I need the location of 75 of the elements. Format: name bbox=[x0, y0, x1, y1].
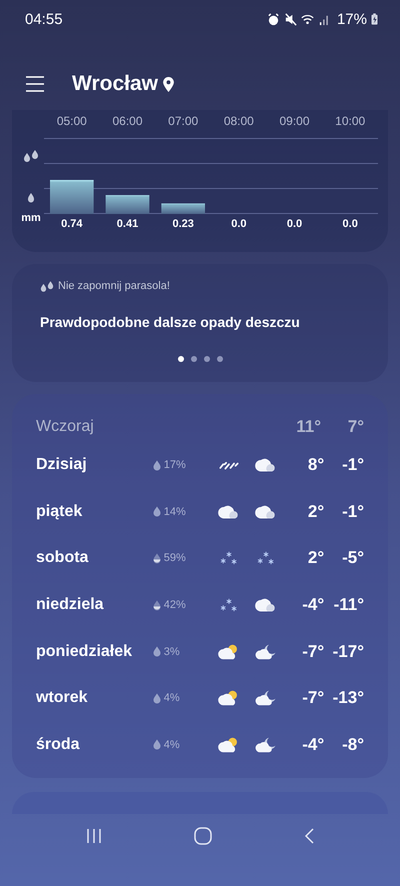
precipitation-chance: 42% bbox=[164, 599, 186, 612]
alert-message: Prawdopodobne dalsze opady deszczu bbox=[40, 314, 301, 330]
hour-label: 08:00 bbox=[222, 114, 255, 130]
hour-label: 07:00 bbox=[167, 114, 200, 130]
half-drop-icon bbox=[152, 600, 161, 611]
hour-label: 09:00 bbox=[278, 114, 311, 130]
location-pin-icon bbox=[162, 76, 174, 92]
day-label: Wczoraj bbox=[36, 418, 95, 436]
precipitation-chance: 3% bbox=[164, 646, 180, 658]
drop-icon bbox=[152, 692, 161, 704]
battery-charging-icon bbox=[371, 13, 378, 25]
precipitation-bar bbox=[50, 180, 94, 214]
hour-label: 06:00 bbox=[111, 114, 144, 130]
heavy-rain-drops-icon bbox=[23, 150, 39, 162]
high-temp: -4° bbox=[301, 734, 324, 755]
high-temp: 11° bbox=[295, 417, 321, 437]
drop-icon bbox=[152, 739, 161, 750]
drop-icon bbox=[152, 506, 161, 518]
day-label: Dzisiaj bbox=[36, 456, 88, 474]
day-label: wtorek bbox=[36, 689, 89, 708]
day-label: poniedziałek bbox=[36, 642, 134, 661]
alarm-icon bbox=[266, 12, 280, 26]
low-temp: 7° bbox=[346, 417, 364, 437]
wifi-icon bbox=[300, 12, 314, 26]
day-label: niedziela bbox=[36, 596, 105, 614]
low-temp: -13° bbox=[332, 688, 364, 708]
rain-drops-icon bbox=[40, 280, 54, 292]
amount-label: 0.0 bbox=[342, 218, 359, 230]
precipitation-chance: 14% bbox=[164, 506, 186, 518]
precipitation-chance: 4% bbox=[164, 738, 180, 751]
page-dot[interactable] bbox=[216, 356, 222, 362]
high-temp: -7° bbox=[301, 688, 324, 708]
page-dot[interactable] bbox=[178, 356, 184, 362]
high-temp: 2° bbox=[306, 502, 324, 522]
precipitation-chance: 4% bbox=[164, 692, 180, 704]
amount-label: 0.0 bbox=[230, 218, 248, 230]
low-temp: -1° bbox=[341, 502, 364, 522]
precipitation-bar bbox=[106, 195, 150, 214]
light-rain-drop-icon bbox=[27, 192, 35, 204]
amount-label: 0.23 bbox=[171, 218, 195, 230]
high-temp: -7° bbox=[301, 642, 324, 662]
precipitation-chance: 17% bbox=[164, 459, 186, 472]
day-label: piątek bbox=[36, 502, 84, 521]
menu-button[interactable] bbox=[24, 75, 46, 93]
recent-apps-button[interactable] bbox=[85, 828, 104, 844]
day-label: sobota bbox=[36, 549, 90, 568]
high-temp: 8° bbox=[306, 455, 324, 476]
low-temp: -1° bbox=[341, 455, 364, 476]
amount-label: 0.74 bbox=[60, 218, 84, 230]
low-temp: -11° bbox=[332, 595, 364, 616]
home-button[interactable] bbox=[194, 827, 212, 846]
high-temp: -4° bbox=[301, 595, 324, 616]
amount-label: 0.0 bbox=[286, 218, 304, 230]
half-drop-icon bbox=[152, 552, 161, 564]
hour-label: 05:00 bbox=[56, 114, 88, 130]
precipitation-chance: 59% bbox=[164, 552, 186, 564]
low-temp: -17° bbox=[332, 642, 364, 662]
high-temp: 2° bbox=[306, 548, 324, 568]
drop-icon bbox=[152, 646, 161, 658]
drop-icon bbox=[152, 460, 161, 471]
precipitation-bar bbox=[161, 203, 205, 214]
low-temp: -5° bbox=[341, 548, 364, 568]
back-button[interactable] bbox=[302, 827, 315, 846]
mute-icon bbox=[284, 12, 297, 26]
hour-label: 10:00 bbox=[334, 114, 366, 130]
low-temp: -8° bbox=[341, 734, 364, 755]
unit-label: mm bbox=[21, 212, 41, 224]
page-dot[interactable] bbox=[204, 356, 210, 362]
battery-percent: 17% bbox=[336, 10, 367, 28]
alert-title: Nie zapomnij parasola! bbox=[58, 280, 170, 292]
day-label: środa bbox=[36, 736, 81, 754]
status-time: 04:55 bbox=[25, 10, 63, 28]
amount-label: 0.41 bbox=[116, 218, 140, 230]
city-title: Wrocław bbox=[72, 72, 158, 96]
page-dot[interactable] bbox=[190, 356, 196, 362]
